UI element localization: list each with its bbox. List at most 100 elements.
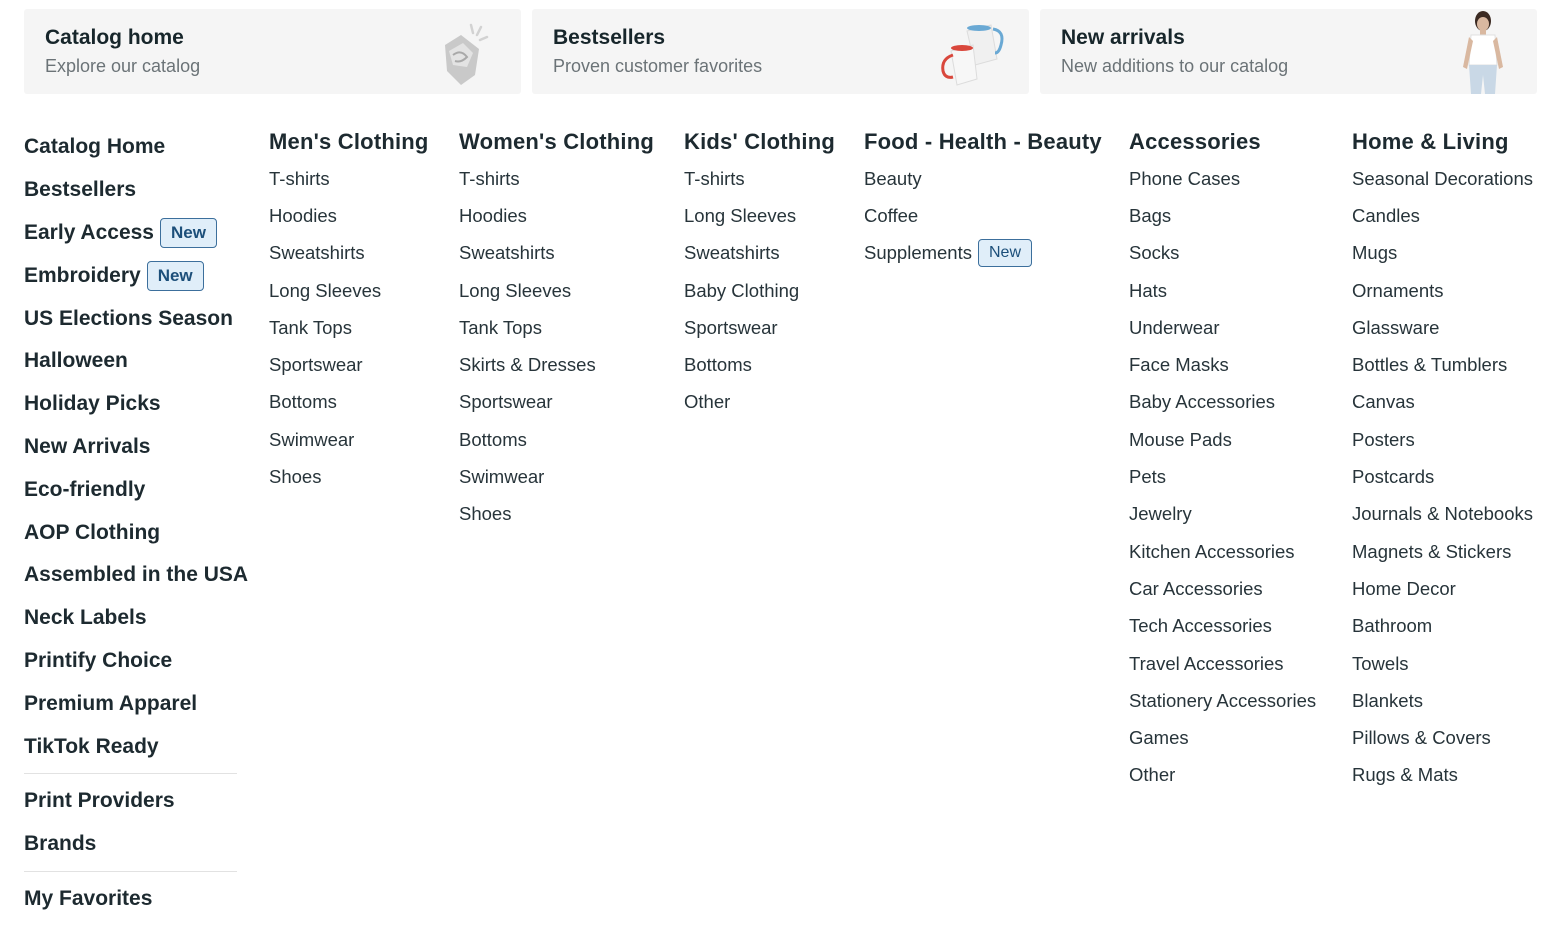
sidebar-item[interactable]: TikTok Ready xyxy=(24,725,248,768)
category-link-label: Jewelry xyxy=(1129,503,1192,525)
category-link[interactable]: Bathroom xyxy=(1352,608,1533,645)
category-link[interactable]: Seasonal Decorations xyxy=(1352,160,1533,197)
category-link[interactable]: Socks xyxy=(1129,235,1316,272)
category-link[interactable]: T-shirts xyxy=(269,160,429,197)
category-link[interactable]: Shoes xyxy=(269,458,429,495)
category-link[interactable]: Posters xyxy=(1352,421,1533,458)
sidebar-item[interactable]: Embroidery New xyxy=(24,254,248,297)
sidebar-item[interactable]: My Favorites xyxy=(24,878,248,921)
category-heading[interactable]: Food - Health - Beauty xyxy=(864,126,1102,158)
sidebar-item-label: My Favorites xyxy=(24,886,153,910)
category-link[interactable]: Bottles & Tumblers xyxy=(1352,346,1533,383)
category-link[interactable]: Sportswear xyxy=(269,346,429,383)
category-link[interactable]: Other xyxy=(684,384,835,421)
category-heading[interactable]: Home & Living xyxy=(1352,126,1533,158)
sidebar-item[interactable]: New Arrivals xyxy=(24,426,248,469)
category-link-label: Long Sleeves xyxy=(684,204,797,226)
category-link[interactable]: Baby Accessories xyxy=(1129,384,1316,421)
category-link[interactable]: Mugs xyxy=(1352,235,1533,272)
category-link[interactable]: Bottoms xyxy=(459,421,654,458)
category-link[interactable]: Bags xyxy=(1129,197,1316,234)
category-link[interactable]: Face Masks xyxy=(1129,346,1316,383)
category-link-label: Car Accessories xyxy=(1129,577,1263,599)
banner-new-arrivals[interactable]: New arrivals New additions to our catalo… xyxy=(1040,9,1537,94)
category-link[interactable]: Jewelry xyxy=(1129,496,1316,533)
category-link[interactable]: Sportswear xyxy=(459,384,654,421)
category-link[interactable]: Coffee xyxy=(864,197,1102,234)
category-link[interactable]: Blankets xyxy=(1352,682,1533,719)
sidebar-item[interactable]: AOP Clothing xyxy=(24,511,248,554)
new-badge: New xyxy=(146,260,204,291)
sidebar-item[interactable]: Eco-friendly xyxy=(24,468,248,511)
category-link[interactable]: Tank Tops xyxy=(269,309,429,346)
sidebar-item[interactable]: Catalog Home xyxy=(24,126,248,169)
category-link[interactable]: Underwear xyxy=(1129,309,1316,346)
category-link[interactable]: Rugs & Mats xyxy=(1352,757,1533,794)
category-link[interactable]: Travel Accessories xyxy=(1129,645,1316,682)
category-link[interactable]: Games xyxy=(1129,719,1316,756)
sidebar-item[interactable]: Neck Labels xyxy=(24,597,248,640)
category-link[interactable]: Bottoms xyxy=(684,346,835,383)
sidebar-item[interactable]: Bestsellers xyxy=(24,169,248,212)
category-link[interactable]: Long Sleeves xyxy=(269,272,429,309)
category-link[interactable]: Sportswear xyxy=(684,309,835,346)
category-link[interactable]: Hoodies xyxy=(459,197,654,234)
category-link-label: Hoodies xyxy=(459,204,527,226)
category-heading[interactable]: Women's Clothing xyxy=(459,126,654,158)
category-link[interactable]: Sweatshirts xyxy=(684,235,835,272)
category-link[interactable]: Hoodies xyxy=(269,197,429,234)
category-link[interactable]: Pets xyxy=(1129,458,1316,495)
category-link[interactable]: Pillows & Covers xyxy=(1352,719,1533,756)
category-link[interactable]: Skirts & Dresses xyxy=(459,346,654,383)
category-link[interactable]: Car Accessories xyxy=(1129,570,1316,607)
category-heading[interactable]: Accessories xyxy=(1129,126,1316,158)
category-list: Seasonal Decorations Candles Mugs Ornaments… xyxy=(1352,160,1533,794)
category-link[interactable]: Magnets & Stickers xyxy=(1352,533,1533,570)
category-link[interactable]: Long Sleeves xyxy=(684,197,835,234)
category-link[interactable]: Home Decor xyxy=(1352,570,1533,607)
category-link[interactable]: Swimwear xyxy=(459,458,654,495)
category-link[interactable]: Hats xyxy=(1129,272,1316,309)
sidebar-item[interactable]: Print Providers xyxy=(24,780,248,823)
category-link[interactable]: Bottoms xyxy=(269,384,429,421)
category-link[interactable]: Sweatshirts xyxy=(269,235,429,272)
category-link[interactable]: Ornaments xyxy=(1352,272,1533,309)
category-link[interactable]: Swimwear xyxy=(269,421,429,458)
sidebar-item[interactable]: Assembled in the USA xyxy=(24,554,248,597)
category-link[interactable]: Glassware xyxy=(1352,309,1533,346)
category-link[interactable]: Sweatshirts xyxy=(459,235,654,272)
sidebar-item[interactable]: Halloween xyxy=(24,340,248,383)
category-link[interactable]: Tech Accessories xyxy=(1129,608,1316,645)
category-link[interactable]: Baby Clothing xyxy=(684,272,835,309)
banner-catalog-home[interactable]: Catalog home Explore our catalog xyxy=(24,9,521,94)
category-link-label: Sweatshirts xyxy=(269,242,365,264)
category-link[interactable]: Other xyxy=(1129,757,1316,794)
category-link-label: Underwear xyxy=(1129,316,1220,338)
category-link[interactable]: T-shirts xyxy=(459,160,654,197)
category-link[interactable]: Stationery Accessories xyxy=(1129,682,1316,719)
category-link[interactable]: Shoes xyxy=(459,496,654,533)
banner-bestsellers[interactable]: Bestsellers Proven customer favorites xyxy=(532,9,1029,94)
sidebar-item[interactable]: Holiday Picks xyxy=(24,383,248,426)
category-link[interactable]: Beauty xyxy=(864,160,1102,197)
category-heading[interactable]: Men's Clothing xyxy=(269,126,429,158)
category-link[interactable]: Postcards xyxy=(1352,458,1533,495)
category-link[interactable]: Supplements New xyxy=(864,235,1102,272)
category-link[interactable]: Phone Cases xyxy=(1129,160,1316,197)
sidebar-item[interactable]: US Elections Season xyxy=(24,297,248,340)
sidebar-item[interactable]: Printify Choice xyxy=(24,640,248,683)
sidebar-item[interactable]: Early Access New xyxy=(24,212,248,255)
category-link[interactable]: Mouse Pads xyxy=(1129,421,1316,458)
sidebar-item[interactable]: Premium Apparel xyxy=(24,682,248,725)
category-link[interactable]: Long Sleeves xyxy=(459,272,654,309)
category-link[interactable]: Tank Tops xyxy=(459,309,654,346)
category-link[interactable]: T-shirts xyxy=(684,160,835,197)
sidebar-item[interactable]: Brands xyxy=(24,823,248,866)
category-link[interactable]: Canvas xyxy=(1352,384,1533,421)
category-link[interactable]: Kitchen Accessories xyxy=(1129,533,1316,570)
category-link[interactable]: Journals & Notebooks xyxy=(1352,496,1533,533)
category-heading[interactable]: Kids' Clothing xyxy=(684,126,835,158)
category-link[interactable]: Towels xyxy=(1352,645,1533,682)
category-link[interactable]: Candles xyxy=(1352,197,1533,234)
category-link-label: Bottoms xyxy=(269,391,337,413)
